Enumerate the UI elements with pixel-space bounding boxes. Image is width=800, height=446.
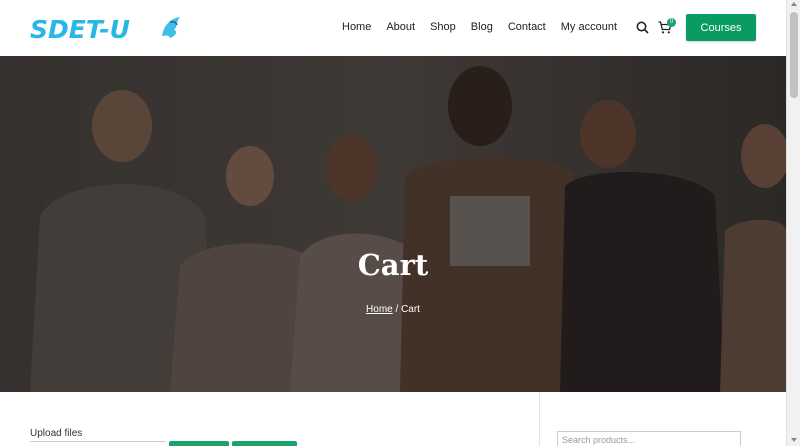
page: SDET-U Home About Shop Blog Contact My a… — [0, 0, 800, 446]
nav-blog[interactable]: Blog — [471, 20, 493, 34]
nav-home[interactable]: Home — [342, 20, 371, 34]
courses-button[interactable]: Courses — [686, 14, 756, 41]
cart-count-badge: 0 — [667, 18, 676, 27]
upload-files-input[interactable] — [30, 441, 166, 446]
logo-mark-icon — [162, 17, 180, 38]
page-scrollbar[interactable] — [786, 0, 800, 446]
breadcrumb-current: Cart — [401, 304, 420, 315]
nav-about[interactable]: About — [386, 20, 415, 34]
page-title: Cart — [357, 248, 429, 282]
upload-files-label: Upload files — [30, 428, 83, 439]
breadcrumb-home-link[interactable]: Home — [366, 304, 393, 315]
breadcrumb: Home / Cart — [0, 304, 786, 315]
nav-shop[interactable]: Shop — [430, 20, 456, 34]
nav-my-account[interactable]: My account — [561, 20, 617, 34]
scrollbar-thumb[interactable] — [790, 12, 798, 98]
hero-banner: Cart Home / Cart — [0, 56, 786, 392]
search-icon[interactable] — [636, 21, 649, 34]
hero-background-image — [0, 56, 786, 392]
breadcrumb-separator: / — [392, 304, 402, 315]
upload-action-button[interactable] — [169, 441, 229, 446]
site-header: SDET-U Home About Shop Blog Contact My a… — [0, 0, 786, 56]
scroll-down-arrow-icon[interactable] — [791, 438, 797, 442]
sidebar-divider — [539, 392, 540, 446]
scroll-up-arrow-icon[interactable] — [791, 2, 797, 6]
upload-secondary-button[interactable] — [232, 441, 297, 446]
nav-contact[interactable]: Contact — [508, 20, 546, 34]
site-logo[interactable]: SDET-U — [30, 12, 180, 46]
product-search-input[interactable]: Search products... — [557, 431, 741, 446]
logo-text: SDET-U — [30, 14, 130, 44]
main-nav: Home About Shop Blog Contact My account — [342, 20, 632, 34]
